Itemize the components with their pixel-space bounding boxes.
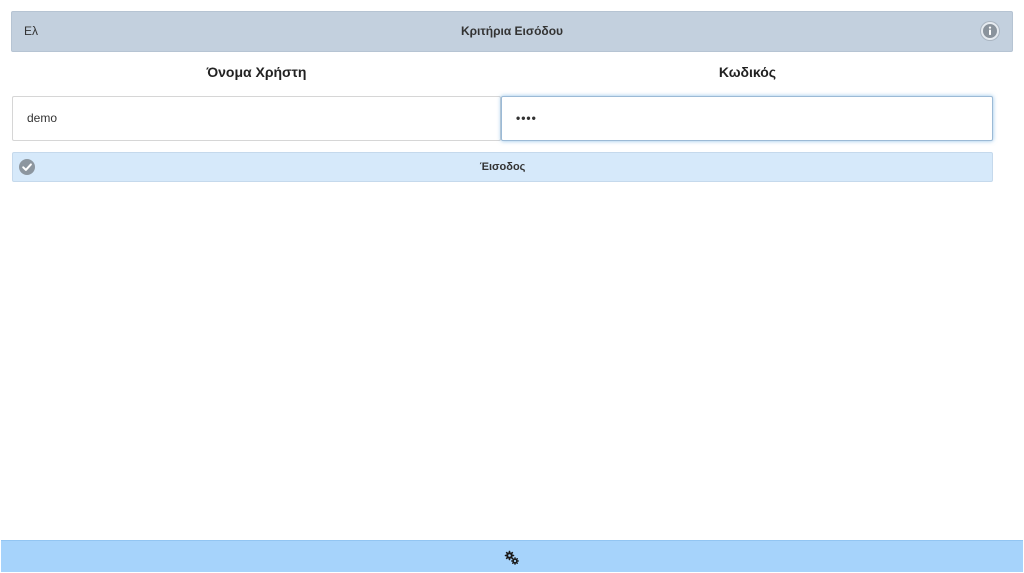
password-field[interactable]: •••• bbox=[501, 96, 993, 141]
gears-icon[interactable] bbox=[504, 550, 520, 566]
username-field[interactable]: demo bbox=[12, 96, 501, 141]
field-labels: Όνομα Χρήστη Κωδικός bbox=[11, 64, 993, 88]
login-button[interactable]: Έισοδος bbox=[12, 152, 993, 182]
login-page: Ελ Κριτήρια Εισόδου Όνομα Χρήστη Κωδικός… bbox=[0, 0, 1024, 573]
info-icon[interactable] bbox=[981, 22, 999, 40]
page-title: Κριτήρια Εισόδου bbox=[460, 24, 564, 38]
footer-bar bbox=[1, 540, 1023, 572]
username-label: Όνομα Χρήστη bbox=[206, 64, 307, 80]
password-label: Κωδικός bbox=[718, 64, 777, 80]
header-bar: Ελ Κριτήρια Εισόδου bbox=[11, 11, 1013, 52]
login-button-label: Έισοδος bbox=[479, 161, 526, 173]
